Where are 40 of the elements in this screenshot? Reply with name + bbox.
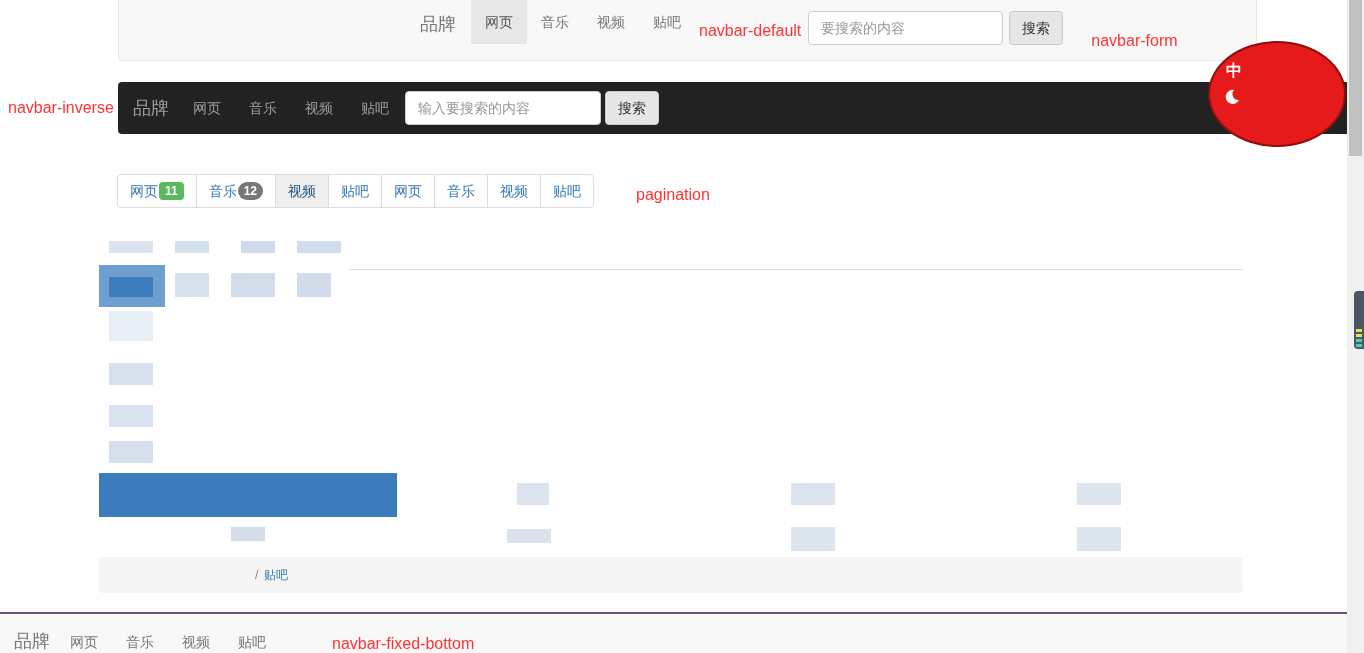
caption: navbar-default (699, 21, 802, 41)
moon-icon (1224, 89, 1240, 105)
breadcrumb-link[interactable]: 贴吧 (264, 566, 289, 584)
nav-tab[interactable]: 音乐 (235, 97, 291, 119)
search-field[interactable]: 输入要搜索的内容 (405, 91, 601, 125)
brand[interactable]: 品牌 (420, 11, 456, 38)
caption: navbar-inverse (8, 98, 115, 118)
search-field[interactable]: 要搜索的内容 (808, 11, 1004, 45)
nav-tab[interactable]: 视频 (583, 0, 639, 44)
search-button[interactable]: 搜索 (605, 91, 659, 125)
meter-icon (1354, 291, 1364, 349)
nav-tab[interactable]: 音乐 (527, 0, 583, 44)
ime-widget[interactable]: 中 (1208, 41, 1346, 147)
caption: navbar-form (1091, 31, 1178, 51)
caption: navbar-fixed-bottom (332, 634, 475, 653)
nav-tab[interactable]: 贴吧 (347, 97, 403, 119)
search-button[interactable]: 搜索 (1009, 11, 1064, 45)
pagination-item[interactable]: 网页 (381, 174, 436, 208)
nav-tab[interactable]: 贴吧 (639, 0, 695, 44)
count-badge: 11 (159, 182, 184, 200)
pagination-item[interactable]: 视频 (275, 174, 330, 208)
brand[interactable]: 品牌 (14, 628, 50, 653)
nav-tab[interactable]: 视频 (168, 632, 224, 653)
breadcrumb-separator: / (255, 567, 259, 584)
nav-tab[interactable]: 网页 (56, 632, 112, 653)
pagination-item[interactable]: 音乐 (434, 174, 489, 208)
nav-tab[interactable]: 网页 (179, 97, 235, 119)
count-badge: 12 (237, 182, 264, 200)
nav-tab[interactable]: 音乐 (112, 632, 168, 653)
brand[interactable]: 品牌 (133, 94, 169, 122)
pagination-item[interactable]: 视频 (487, 174, 542, 208)
nav-tab[interactable]: 网页 (471, 0, 527, 44)
nav-tab[interactable]: 贴吧 (224, 632, 280, 653)
caption: pagination (636, 185, 710, 205)
nav-tab[interactable]: 视频 (291, 97, 347, 119)
pagination-item[interactable]: 贴吧 (328, 174, 383, 208)
pagination-item[interactable]: 网页 11 (117, 174, 197, 208)
pagination-item[interactable]: 音乐 12 (195, 174, 277, 208)
pagination-item[interactable]: 贴吧 (540, 174, 595, 208)
input-mode-label: 中 (1226, 61, 1242, 81)
